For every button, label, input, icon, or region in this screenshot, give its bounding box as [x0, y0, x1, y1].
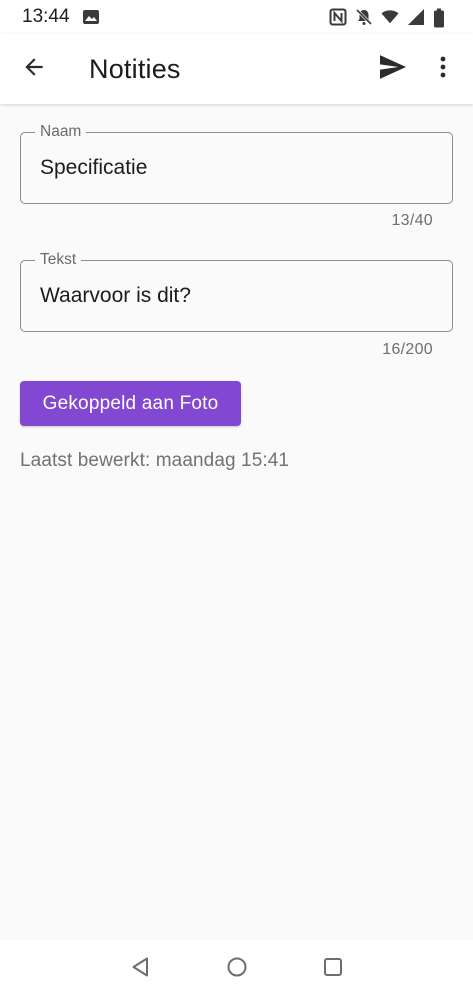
back-button[interactable] [10, 45, 58, 93]
image-icon [82, 8, 100, 26]
status-right [329, 8, 451, 28]
text-field[interactable]: Tekst Waarvoor is dit? [20, 251, 453, 332]
app-bar: Notities [0, 34, 473, 104]
recents-square-icon [322, 956, 344, 983]
signal-icon [407, 8, 425, 26]
linked-to-photo-button[interactable]: Gekoppeld aan Foto [20, 381, 241, 426]
page-title: Notities [89, 53, 181, 84]
text-field-value[interactable]: Waarvoor is dit? [40, 283, 440, 309]
status-bar: 13:44 [0, 0, 473, 34]
send-icon [378, 54, 408, 85]
more-options-button[interactable] [419, 45, 467, 93]
bell-off-icon [355, 8, 373, 26]
status-left: 13:44 [22, 6, 100, 28]
name-char-counter: 13/40 [391, 212, 433, 229]
nfc-icon [329, 8, 347, 26]
status-time: 13:44 [22, 6, 70, 27]
send-button[interactable] [369, 45, 417, 93]
last-edited-text: Laatst bewerkt: maandag 15:41 [20, 450, 290, 471]
home-circle-icon [226, 956, 248, 983]
text-char-counter: 16/200 [382, 341, 433, 358]
arrow-back-icon [21, 54, 47, 85]
more-vert-icon [439, 55, 447, 84]
nav-home-button[interactable] [219, 951, 255, 987]
text-field-label: Tekst [35, 251, 82, 269]
nav-recents-button[interactable] [315, 951, 351, 987]
name-field-label: Naam [35, 123, 87, 141]
system-nav-bar [0, 940, 473, 998]
battery-icon [433, 8, 451, 28]
notes-screen: 13:44 Notities Naam Specificatie 13/40 T… [0, 0, 473, 998]
linked-to-photo-label: Gekoppeld aan Foto [42, 392, 219, 414]
name-field[interactable]: Naam Specificatie [20, 123, 453, 204]
wifi-icon [381, 8, 399, 26]
app-bar-actions [369, 45, 467, 93]
name-field-value[interactable]: Specificatie [40, 155, 440, 181]
back-triangle-icon [130, 956, 152, 983]
nav-back-button[interactable] [123, 951, 159, 987]
